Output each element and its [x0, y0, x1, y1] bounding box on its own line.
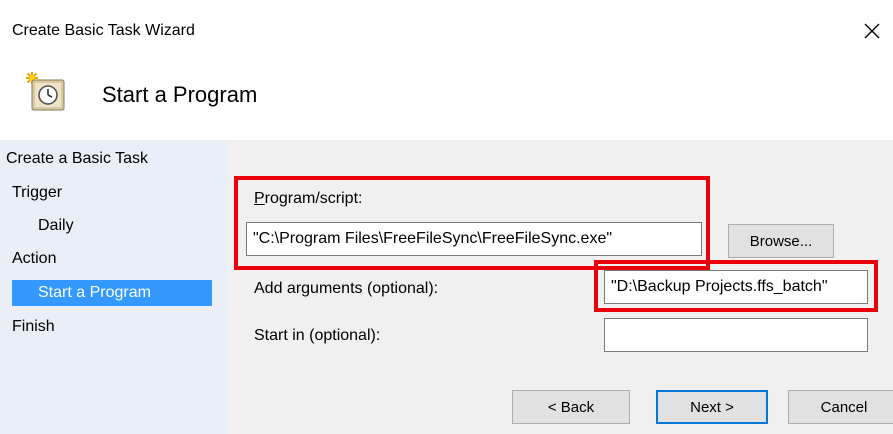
- add-arguments-label: Add arguments (optional):: [254, 280, 439, 297]
- arguments-highlight-box: [594, 260, 878, 312]
- step-finish: Finish: [12, 318, 55, 335]
- step-action: Action: [12, 250, 57, 267]
- task-scheduler-clock-icon: [26, 72, 65, 111]
- program-highlight-box: [234, 176, 710, 270]
- window-title: Create Basic Task Wizard: [12, 22, 195, 39]
- step-start-a-program: Start a Program: [12, 280, 212, 306]
- title-bar: Create Basic Task Wizard: [0, 0, 893, 60]
- step-start-a-program-label: Start a Program: [38, 284, 151, 301]
- step-create-basic-task: Create a Basic Task: [6, 150, 148, 167]
- browse-button-label: Browse...: [749, 232, 813, 250]
- start-in-label: Start in (optional):: [254, 327, 381, 344]
- step-trigger: Trigger: [12, 184, 63, 201]
- close-button[interactable]: [855, 14, 889, 48]
- cancel-button-label: Cancel: [820, 398, 868, 416]
- cancel-button[interactable]: Cancel: [788, 390, 893, 424]
- browse-button[interactable]: Browse...: [728, 224, 834, 258]
- page-title: Start a Program: [102, 82, 258, 107]
- steps-panel: Create a Basic Task Trigger Daily Action…: [0, 140, 228, 434]
- back-button-label: < Back: [547, 398, 595, 416]
- step-daily: Daily: [38, 217, 74, 234]
- start-in-input[interactable]: [604, 318, 868, 352]
- back-button[interactable]: < Back: [512, 390, 630, 424]
- close-icon: [864, 23, 880, 39]
- wizard-header: Start a Program: [0, 60, 893, 140]
- next-button[interactable]: Next >: [656, 390, 768, 424]
- next-button-label: Next >: [690, 398, 734, 416]
